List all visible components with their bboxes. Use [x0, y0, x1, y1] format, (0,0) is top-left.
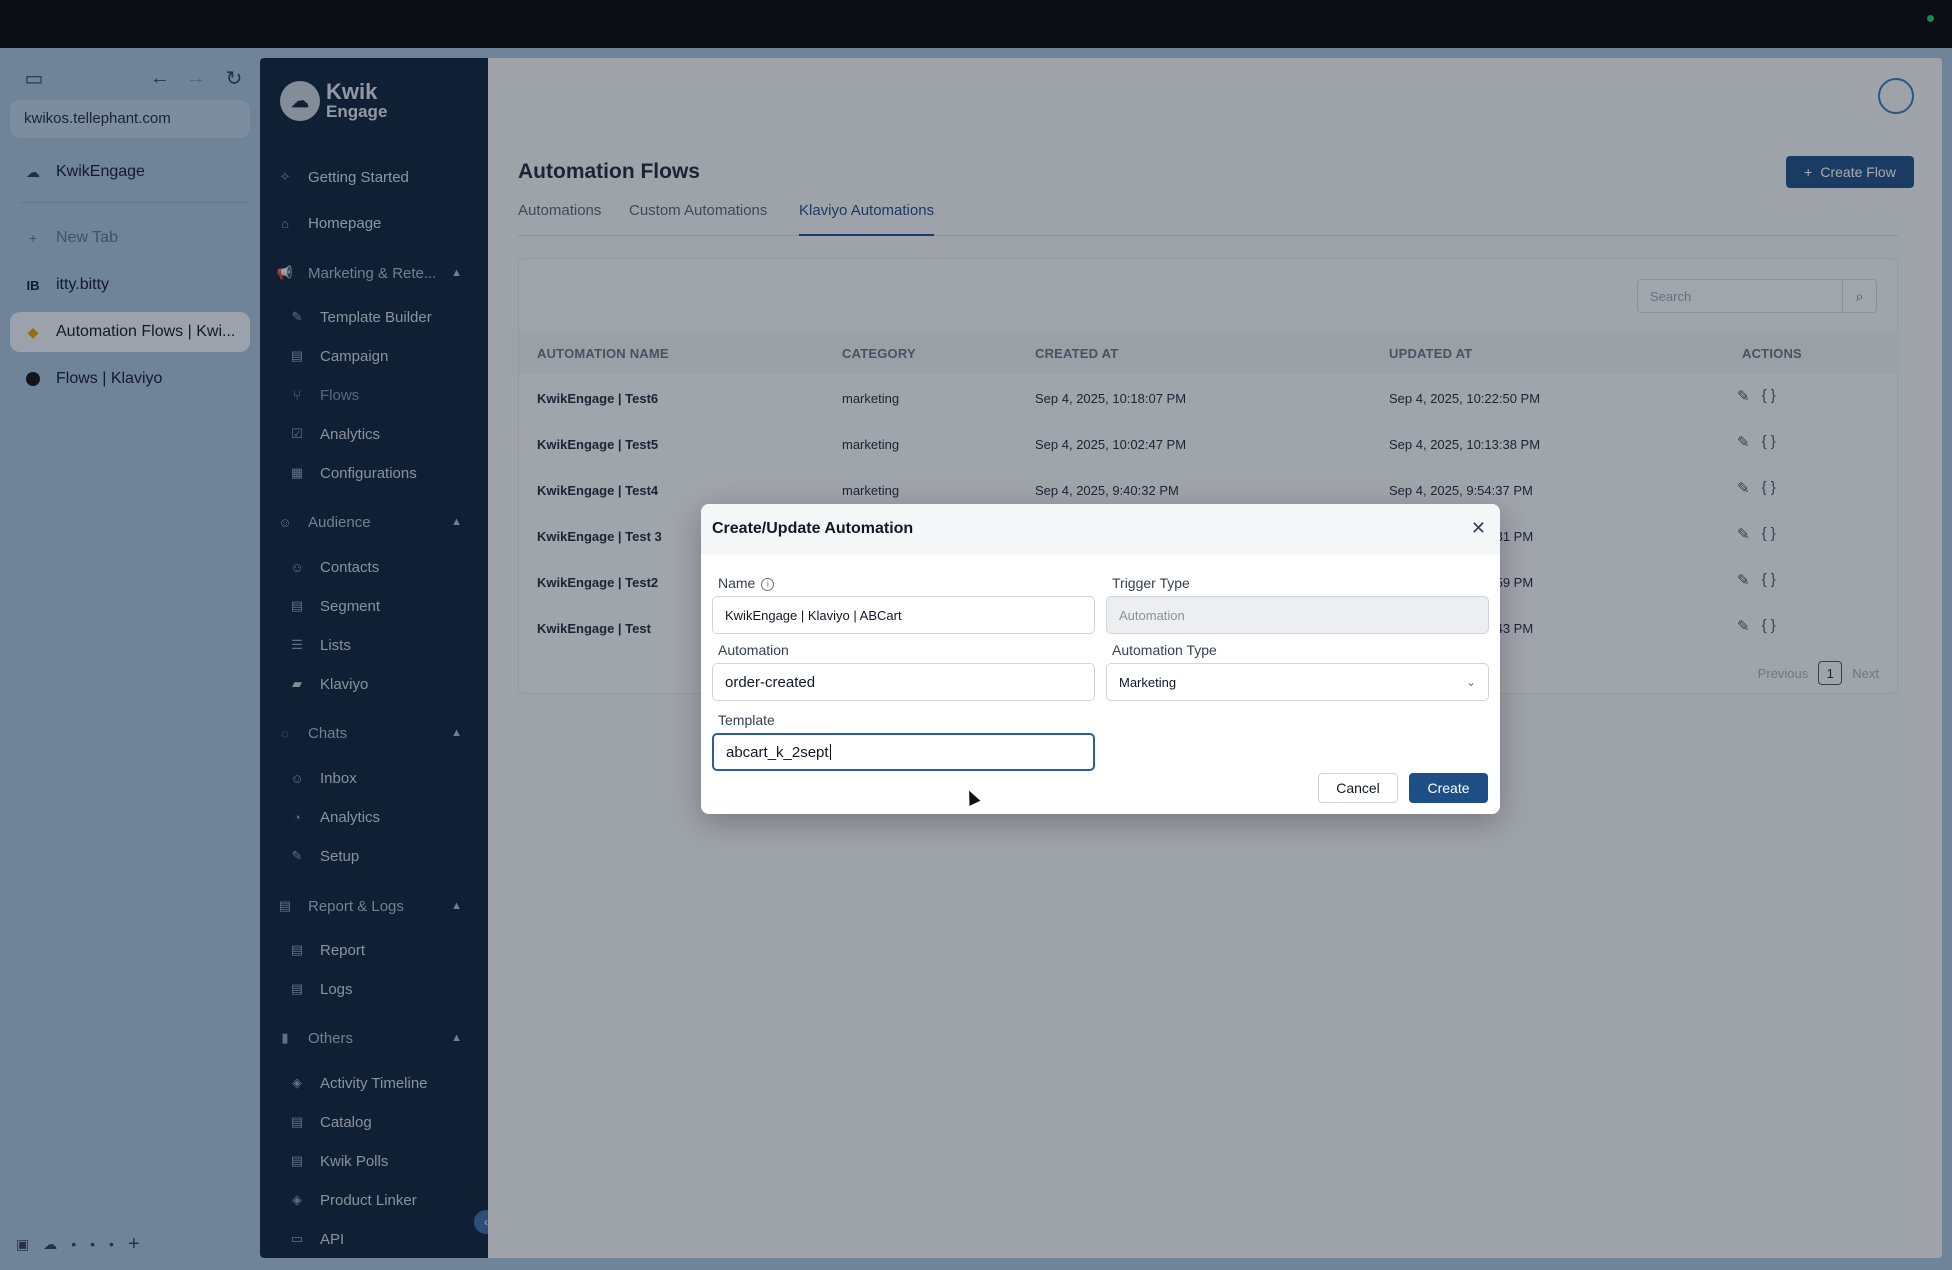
- name-field[interactable]: KwikEngage | Klaviyo | ABCart: [712, 596, 1095, 634]
- close-icon[interactable]: ✕: [1471, 518, 1486, 539]
- create-update-automation-dialog: Create/Update Automation ✕ Name i KwikEng…: [701, 504, 1500, 814]
- trigger-type-field: Automation: [1106, 596, 1489, 634]
- trigger-type-label: Trigger Type: [1112, 575, 1190, 591]
- automation-type-label: Automation Type: [1112, 642, 1217, 658]
- automation-field[interactable]: order-created: [712, 663, 1095, 701]
- template-label: Template: [718, 712, 775, 728]
- dialog-header: Create/Update Automation ✕: [701, 504, 1500, 554]
- chevron-down-icon: ⌄: [1465, 675, 1476, 689]
- info-icon[interactable]: i: [761, 577, 775, 591]
- name-label: Name i: [718, 575, 775, 591]
- dialog-title: Create/Update Automation: [712, 520, 914, 537]
- cancel-button[interactable]: Cancel: [1318, 773, 1398, 803]
- automation-type-select[interactable]: Marketing ⌄: [1106, 663, 1489, 701]
- create-button[interactable]: Create: [1409, 773, 1488, 803]
- text-cursor: [829, 744, 831, 760]
- template-field[interactable]: abcart_k_2sept: [712, 733, 1095, 771]
- automation-label: Automation: [718, 642, 789, 658]
